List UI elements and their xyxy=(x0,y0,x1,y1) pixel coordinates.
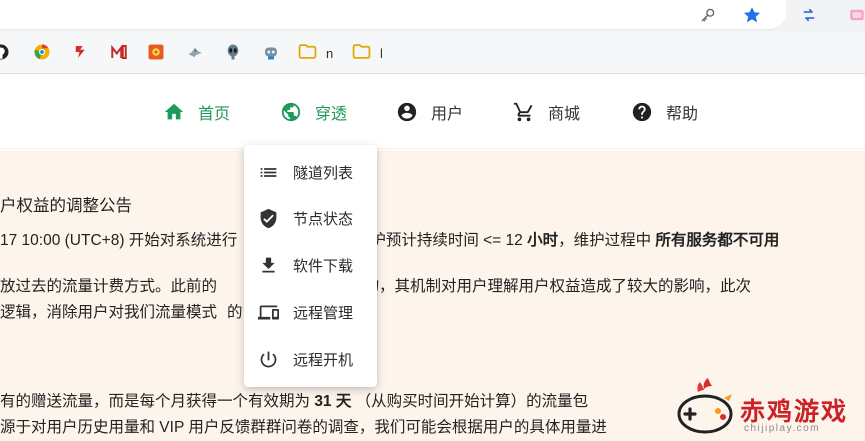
key-icon[interactable] xyxy=(698,5,718,25)
nav-label: 商城 xyxy=(548,106,581,123)
nav-label: 用户 xyxy=(431,106,464,123)
menu-item-software-download[interactable]: 软件下载 xyxy=(244,243,377,287)
menu-item-remote-management[interactable]: 远程管理 xyxy=(244,290,377,334)
announcement-line: 源于对用户历史用量和 VIP 用户反馈群群问卷的调查，我们可能会根据用户的具体用… xyxy=(0,419,607,436)
nav-shop[interactable]: 商城 xyxy=(513,100,580,124)
browser-toolbar xyxy=(0,0,865,32)
watermark-url: chijiplay.com xyxy=(744,423,820,434)
robot-icon xyxy=(262,43,280,64)
shield-check-icon xyxy=(257,207,279,229)
bookmark-label: l xyxy=(380,45,383,61)
menu-item-tunnel-list[interactable]: 隧道列表 xyxy=(244,150,377,194)
bookmark-8[interactable] xyxy=(262,44,280,62)
sync-extension-icon[interactable] xyxy=(799,5,819,25)
menu-item-label: 软件下载 xyxy=(293,257,354,275)
folder-icon xyxy=(298,42,317,64)
globe-icon xyxy=(280,101,302,123)
nav-user[interactable]: 用户 xyxy=(396,100,463,124)
list-icon xyxy=(257,161,279,183)
home-icon xyxy=(163,101,185,123)
site-nav: 首页 穿透 用户 商城 帮助 xyxy=(0,75,865,149)
bookmark-label: n xyxy=(326,45,334,61)
nav-tunnel[interactable]: 穿透 xyxy=(280,100,347,124)
download-icon xyxy=(257,254,279,276)
announcement-line: 17 10:00 (UTC+8) 开始对系统进行 次维护预计持续时间 <= 12 … xyxy=(0,232,780,249)
red-logo-icon xyxy=(72,43,90,64)
bookmark-6[interactable] xyxy=(186,44,204,62)
orange-flower-icon xyxy=(147,43,165,64)
bird-icon xyxy=(186,43,204,64)
nav-label: 穿透 xyxy=(315,106,348,123)
bookmark-5[interactable] xyxy=(147,44,165,62)
nav-help[interactable]: 帮助 xyxy=(631,100,698,124)
bookmark-star-icon[interactable] xyxy=(742,5,762,25)
menu-item-label: 远程管理 xyxy=(293,304,354,322)
shopping-cart-icon xyxy=(513,101,535,123)
bookmark-folder-n[interactable]: n xyxy=(298,44,333,62)
tunnel-dropdown-menu: 隧道列表 节点状态 软件下载 远程管理 远程开机 xyxy=(244,145,377,387)
bookmark-4[interactable] xyxy=(110,44,128,62)
github-icon xyxy=(0,43,10,64)
menu-item-node-status[interactable]: 节点状态 xyxy=(244,196,377,240)
chicken-gamepad-logo-icon xyxy=(672,376,738,438)
announcement-line: 有的赠送流量，而是每个月获得一个有效期为 31 天 （从购买时间开始计算）的流量… xyxy=(0,393,589,410)
menu-item-label: 远程开机 xyxy=(293,351,354,369)
bookmark-3[interactable] xyxy=(72,44,90,62)
pink-extension-icon[interactable] xyxy=(847,5,865,25)
nav-home[interactable]: 首页 xyxy=(163,100,230,124)
nav-label: 首页 xyxy=(198,106,231,123)
menu-item-label: 隧道列表 xyxy=(293,164,354,182)
alien-icon xyxy=(224,43,242,64)
devices-icon xyxy=(257,301,279,323)
account-circle-icon xyxy=(396,101,418,123)
help-circle-icon xyxy=(631,101,653,123)
power-icon xyxy=(257,348,279,370)
folder-icon xyxy=(352,42,371,64)
red-m-logo-icon xyxy=(110,43,128,64)
address-bar[interactable] xyxy=(0,0,786,30)
chrome-circle-icon xyxy=(33,43,51,64)
menu-item-remote-boot[interactable]: 远程开机 xyxy=(244,337,377,381)
bookmark-folder-l[interactable]: l xyxy=(352,44,383,62)
site-watermark: 赤鸡游戏 chijiplay.com xyxy=(672,376,865,441)
menu-item-label: 节点状态 xyxy=(293,210,354,228)
bookmark-7[interactable] xyxy=(224,44,242,62)
bookmarks-bar: n l xyxy=(0,32,865,74)
announcement-line: 逻辑，消除用户对我们流量模式的 xyxy=(0,304,243,321)
nav-label: 帮助 xyxy=(666,106,699,123)
bookmark-2[interactable] xyxy=(33,43,51,64)
announcement-title: 户权益的调整公告 xyxy=(0,197,132,215)
bookmark-github[interactable] xyxy=(0,44,10,62)
